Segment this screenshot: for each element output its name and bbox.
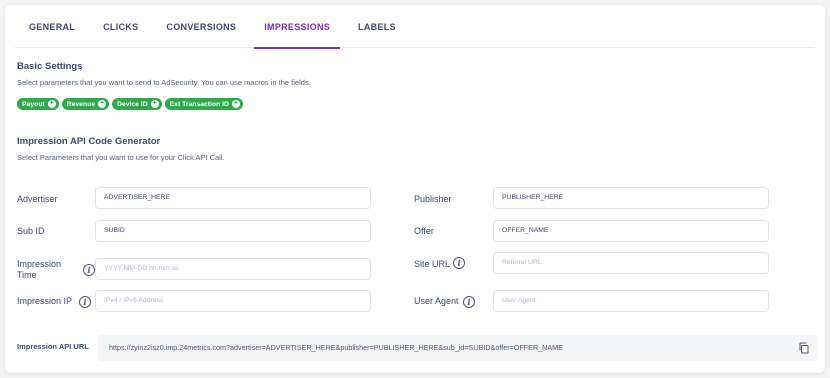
impression-time-label-line2: Time [17,270,37,280]
copy-icon[interactable] [798,342,810,354]
tab-impressions[interactable]: IMPRESSIONS [250,15,344,49]
chip-ext-transaction-id[interactable]: Ext Transaction ID + [164,98,243,110]
impression-time-field[interactable]: YYYY-MM-DD hh:mm:ss [95,258,371,280]
info-icon[interactable]: i [83,264,95,276]
tab-bar: GENERAL CLICKS CONVERSIONS IMPRESSIONS L… [15,15,815,49]
generator-title: Impression API Code Generator [17,136,161,147]
site-url-field[interactable]: Referral URL [493,252,769,274]
advertiser-label: Advertiser [17,194,58,204]
macro-chips: Payout + Revenue + Device ID + Ext Transact… [17,98,243,110]
tab-clicks[interactable]: CLICKS [89,15,152,48]
impression-time-label-line1: Impression [17,259,62,269]
tab-conversions[interactable]: CONVERSIONS [152,15,250,48]
impression-ip-field[interactable]: IPv4 / IPv6 Address [95,290,371,312]
offer-label: Offer [414,226,434,236]
generator-subtitle: Select Parameters that you want to use f… [17,153,225,162]
publisher-label: Publisher [414,194,452,204]
chip-payout[interactable]: Payout + [17,98,59,110]
api-url-value: https://zyinz2isz0.imp.24metrics.com?adv… [109,343,563,352]
info-icon[interactable]: i [453,257,465,269]
chip-label: Ext Transaction ID [169,100,229,108]
chip-label: Device ID [117,100,148,108]
publisher-field[interactable]: PUBLISHER_HERE [493,187,769,209]
user-agent-field[interactable]: User Agent [493,290,769,312]
add-icon: + [47,100,56,108]
offer-field[interactable]: OFFER_NAME [493,220,769,242]
advertiser-field[interactable]: ADVERTISER_HERE [95,187,371,209]
add-icon: + [231,100,240,108]
chip-device-id[interactable]: Device ID + [112,98,162,110]
add-icon: + [150,100,159,108]
info-icon[interactable]: i [79,296,91,308]
settings-card: GENERAL CLICKS CONVERSIONS IMPRESSIONS L… [5,5,825,373]
impression-ip-label: Impression IP [17,296,73,306]
tab-labels[interactable]: LABELS [344,15,410,48]
user-agent-label: User Agent [414,296,459,306]
sub-id-field[interactable]: SUBID [95,220,371,242]
info-icon[interactable]: i [463,296,475,308]
chip-revenue[interactable]: Revenue + [61,98,110,110]
add-icon: + [98,100,107,108]
sub-id-label: Sub ID [17,226,45,236]
api-url-box[interactable]: https://zyinz2isz0.imp.24metrics.com?adv… [98,335,818,361]
api-url-label: Impression API URL [17,342,89,351]
basic-settings-title: Basic Settings [17,61,83,72]
tab-general[interactable]: GENERAL [15,15,89,48]
impression-time-label: Impression Time [17,259,61,281]
site-url-label: Site URL [414,259,451,269]
chip-label: Revenue [66,100,96,108]
chip-label: Payout [22,100,45,108]
basic-settings-subtitle: Select parameters that you want to send … [17,78,311,87]
